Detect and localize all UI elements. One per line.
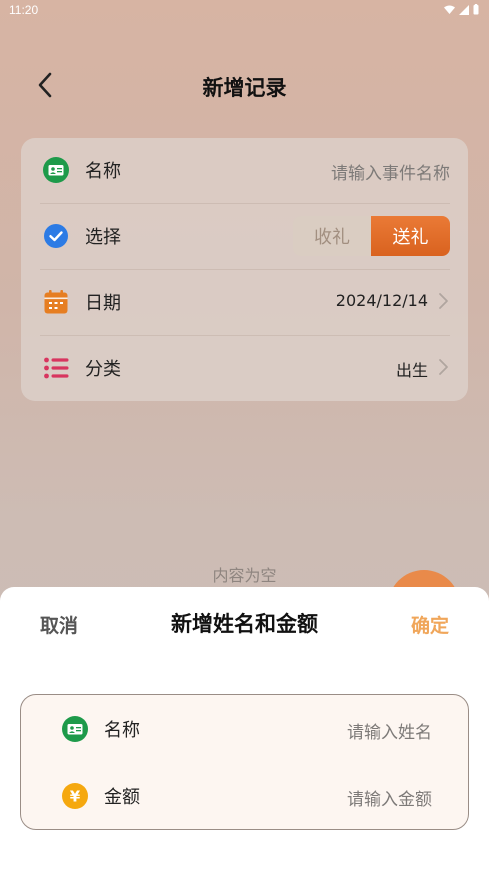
status-icons bbox=[444, 4, 479, 15]
sheet-amount-label: 金额 bbox=[104, 787, 140, 808]
chevron-right-icon bbox=[439, 293, 448, 309]
form-row-select: 选择 收礼 送礼 bbox=[40, 204, 450, 270]
form-row-category[interactable]: 分类 出生 bbox=[40, 336, 450, 402]
gift-type-toggle[interactable]: 收礼 送礼 bbox=[293, 216, 450, 256]
amount-input[interactable]: 请输入金额 bbox=[347, 785, 432, 810]
id-card-icon bbox=[42, 156, 70, 184]
wifi-icon bbox=[444, 5, 455, 14]
record-form-card: 名称 请输入事件名称 选择 收礼 送礼 日期 2024/12/14 分类 出生 bbox=[21, 138, 468, 401]
id-card-icon bbox=[61, 715, 89, 743]
form-row-date[interactable]: 日期 2024/12/14 bbox=[40, 270, 450, 336]
name-label: 名称 bbox=[85, 161, 121, 182]
page-title: 新增记录 bbox=[202, 76, 287, 100]
event-name-input[interactable]: 请输入事件名称 bbox=[331, 159, 450, 184]
yen-icon: ¥ bbox=[61, 782, 89, 810]
nav-bar: 新增记录 bbox=[0, 60, 489, 108]
person-name-input[interactable]: 请输入姓名 bbox=[347, 718, 432, 743]
option-receive-gift[interactable]: 收礼 bbox=[293, 216, 371, 256]
status-time: 11:20 bbox=[9, 3, 39, 17]
select-label: 选择 bbox=[85, 227, 121, 248]
category-label: 分类 bbox=[85, 359, 121, 380]
list-icon bbox=[42, 354, 70, 382]
calendar-icon bbox=[42, 288, 70, 316]
date-label: 日期 bbox=[85, 293, 121, 314]
category-value: 出生 bbox=[395, 361, 428, 380]
name-amount-card: 名称 请输入姓名 ¥ 金额 请输入金额 bbox=[20, 694, 469, 830]
date-value: 2024/12/14 bbox=[335, 291, 428, 310]
sheet-row-amount[interactable]: ¥ 金额 请输入金额 bbox=[21, 764, 470, 830]
form-row-name[interactable]: 名称 请输入事件名称 bbox=[40, 138, 450, 204]
sheet-row-name[interactable]: 名称 请输入姓名 bbox=[21, 697, 470, 763]
check-circle-icon bbox=[42, 222, 70, 250]
sheet-name-label: 名称 bbox=[104, 720, 140, 741]
option-send-gift[interactable]: 送礼 bbox=[371, 216, 450, 256]
confirm-button[interactable]: 确定 bbox=[411, 611, 449, 638]
signal-icon bbox=[459, 4, 469, 15]
yen-glyph: ¥ bbox=[70, 788, 81, 806]
chevron-right-icon bbox=[439, 359, 448, 375]
status-bar: 11:20 bbox=[0, 0, 489, 22]
add-name-amount-sheet: 取消 新增姓名和金额 确定 名称 请输入姓名 ¥ 金额 请输入金额 bbox=[0, 587, 489, 869]
battery-icon bbox=[473, 4, 479, 15]
